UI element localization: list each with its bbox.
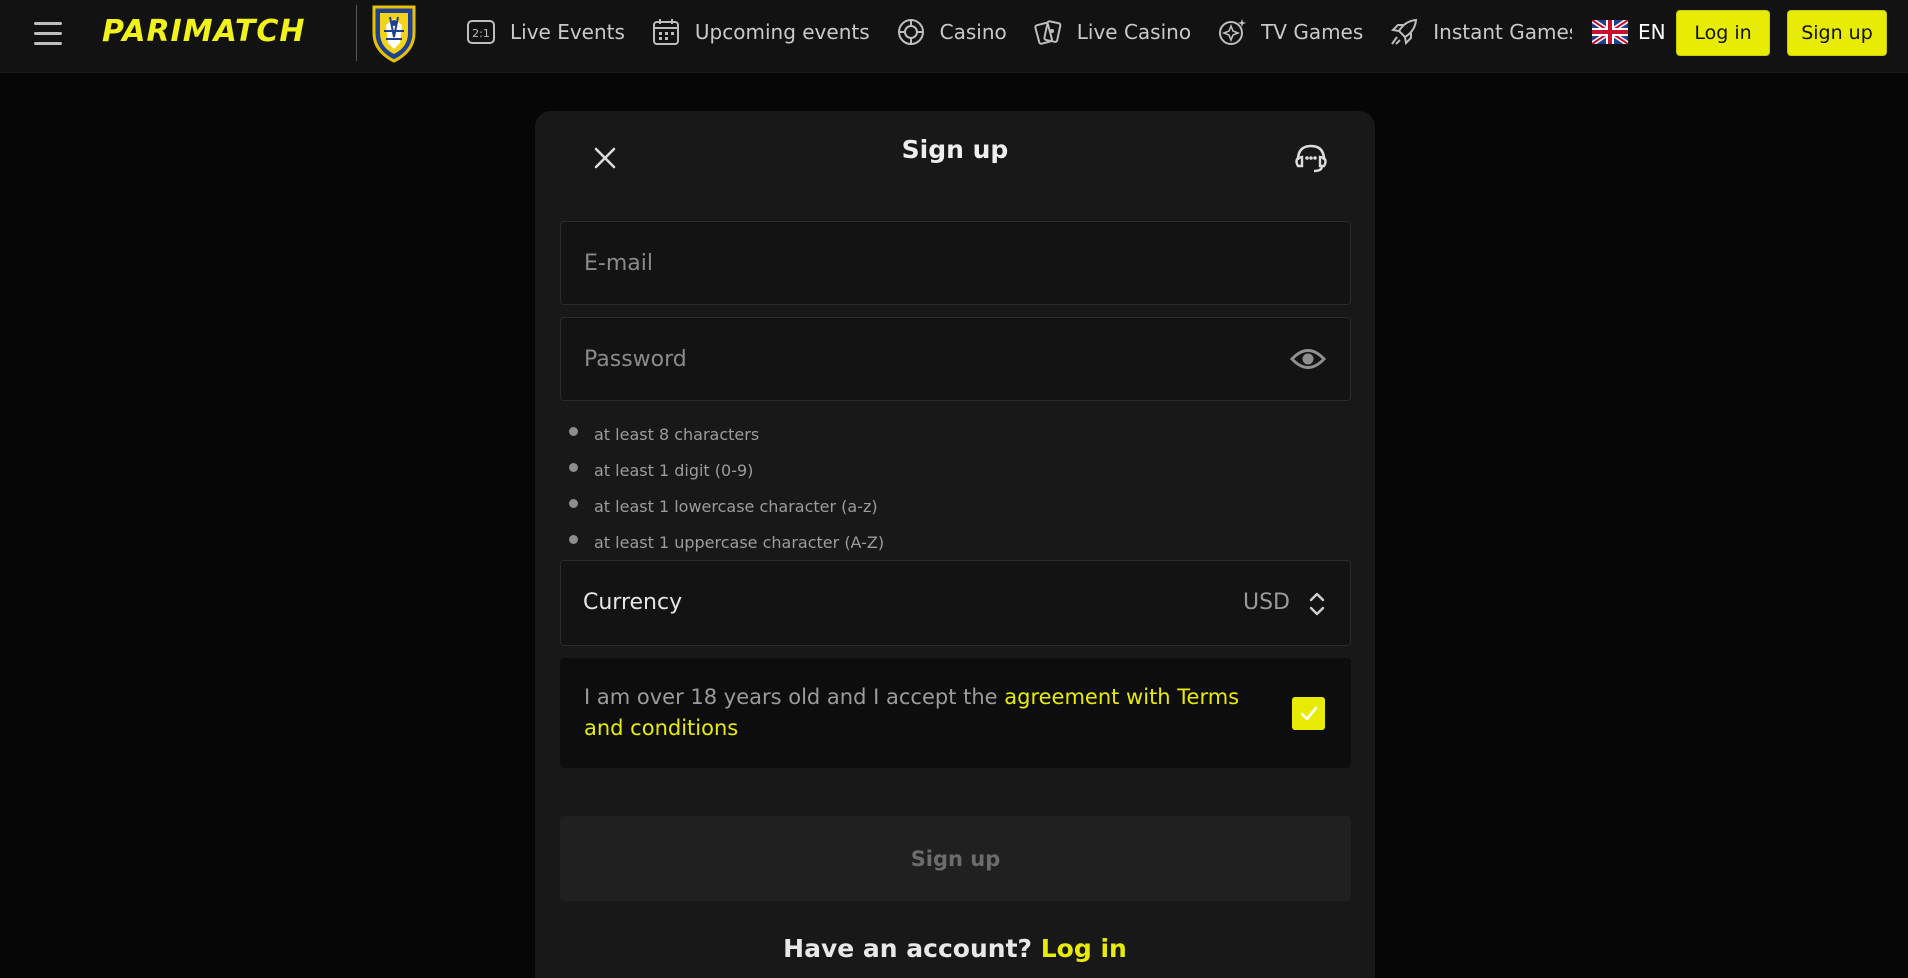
signup-modal: Sign up at least 8 characters at least 1…: [535, 111, 1375, 978]
email-field-wrapper: [560, 221, 1351, 305]
live-events-icon: 2:1: [467, 19, 495, 44]
language-code: EN: [1638, 20, 1666, 44]
club-crest-icon: [372, 5, 416, 63]
language-selector[interactable]: EN: [1592, 20, 1666, 44]
bullet-dot: [569, 535, 578, 544]
password-rule: at least 1 digit (0-9): [569, 452, 884, 488]
chevron-up-down-icon: [1309, 592, 1325, 616]
show-password-eye-icon[interactable]: [1290, 344, 1326, 374]
terms-text-prefix: I am over 18 years old and I accept the: [584, 685, 1005, 709]
terms-checkbox[interactable]: [1292, 697, 1325, 730]
logo-divider: [356, 5, 357, 61]
terms-agreement: I am over 18 years old and I accept the …: [560, 658, 1351, 768]
nav-live-events[interactable]: 2:1 Live Events: [466, 17, 625, 47]
sparkle-icon: [1219, 18, 1247, 45]
currency-select[interactable]: Currency USD: [560, 560, 1351, 646]
nav-label: Live Casino: [1076, 19, 1192, 44]
nav-live-casino[interactable]: Live Casino: [1033, 17, 1191, 47]
bullet-dot: [569, 463, 578, 472]
nav-label: Casino: [939, 19, 1007, 44]
top-bar: PARIMATCH 2:1 Live Events Upcoming event…: [0, 0, 1908, 73]
password-rule: at least 1 lowercase character (a-z): [569, 488, 884, 524]
password-field-wrapper: [560, 317, 1351, 401]
password-field[interactable]: [584, 318, 1284, 400]
password-rule-text: at least 8 characters: [594, 424, 760, 444]
bullet-dot: [569, 427, 578, 436]
have-account-text: Have an account?: [783, 934, 1041, 963]
currency-label: Currency: [583, 590, 683, 615]
menu-icon[interactable]: [34, 21, 64, 47]
signup-button[interactable]: Sign up: [1787, 10, 1887, 56]
rocket-icon: [1391, 18, 1418, 45]
nav-label: Instant Games: [1433, 19, 1572, 44]
password-rule-text: at least 1 digit (0-9): [594, 460, 754, 480]
login-link[interactable]: Log in: [1041, 934, 1127, 963]
nav-label: TV Games: [1261, 19, 1364, 44]
nav-upcoming-events[interactable]: Upcoming events: [651, 17, 870, 47]
nav-casino[interactable]: Casino: [896, 17, 1007, 47]
submit-signup-button[interactable]: Sign up: [560, 816, 1351, 901]
password-rule: at least 8 characters: [569, 416, 884, 452]
modal-title: Sign up: [901, 135, 1009, 164]
checkmark-icon: [1300, 706, 1318, 721]
cards-icon: [1034, 19, 1062, 45]
bullet-dot: [569, 499, 578, 508]
password-rules: at least 8 characters at least 1 digit (…: [569, 416, 884, 560]
support-headset-icon[interactable]: [1289, 136, 1333, 180]
have-account-line: Have an account? Log in: [535, 934, 1375, 963]
login-button[interactable]: Log in: [1676, 10, 1770, 56]
nav-label: Live Events: [510, 19, 625, 44]
nav-instant-games[interactable]: Instant Games: [1389, 17, 1572, 47]
password-rule-text: at least 1 lowercase character (a-z): [594, 496, 878, 516]
password-rule-text: at least 1 uppercase character (A-Z): [594, 532, 885, 552]
nav-label: Upcoming events: [694, 19, 870, 44]
uk-flag-icon: [1592, 20, 1628, 44]
main-nav: 2:1 Live Events Upcoming events Casino L…: [466, 0, 1572, 63]
calendar-icon: [652, 18, 679, 45]
casino-chip-icon: [897, 18, 924, 45]
password-rule: at least 1 uppercase character (A-Z): [569, 524, 884, 560]
email-field[interactable]: [584, 222, 1284, 304]
nav-tv-games[interactable]: TV Games: [1217, 17, 1363, 47]
terms-text: I am over 18 years old and I accept the …: [584, 682, 1264, 744]
currency-value: USD: [1242, 590, 1290, 615]
svg-text:2:1: 2:1: [472, 27, 490, 40]
brand-logo[interactable]: PARIMATCH: [102, 14, 306, 49]
